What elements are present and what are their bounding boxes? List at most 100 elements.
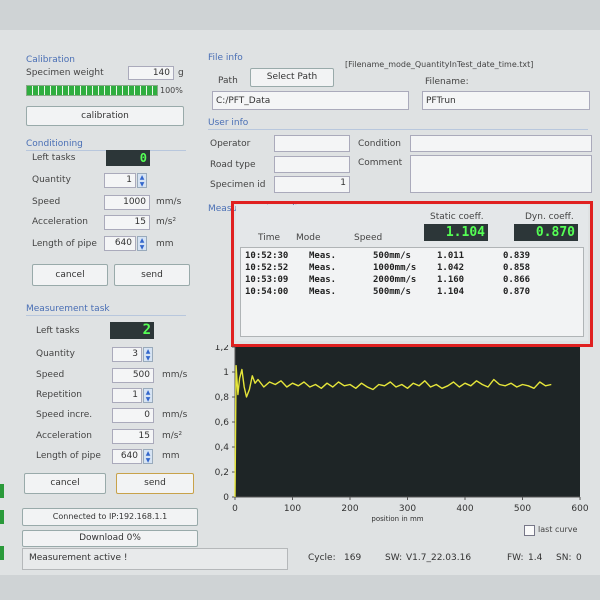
- operator-field[interactable]: [274, 135, 350, 152]
- calibration-button[interactable]: calibration: [26, 106, 184, 126]
- meas-repetition-spinner[interactable]: ▲ ▼: [143, 388, 153, 403]
- specimen-id-label: Specimen id: [210, 180, 266, 190]
- cond-send-button[interactable]: send: [114, 264, 190, 286]
- meas-speed-incr-label: Speed incre.: [36, 410, 93, 420]
- fw-label: FW:: [507, 553, 524, 563]
- condition-label: Condition: [358, 139, 401, 149]
- x-tick-label: 0: [232, 504, 238, 514]
- meas-repetition-field[interactable]: 1: [112, 388, 142, 403]
- meas-quantity-spinner[interactable]: ▲ ▼: [143, 347, 153, 362]
- comment-label: Comment: [358, 158, 403, 168]
- cycle-label: Cycle:: [308, 553, 336, 563]
- sw-label: SW:: [385, 553, 403, 563]
- cond-speed-field[interactable]: 1000: [104, 195, 150, 210]
- meas-accel-unit: m/s²: [162, 431, 183, 441]
- x-tick-label: 400: [456, 504, 473, 514]
- specimen-weight-unit: g: [178, 68, 184, 78]
- plot-area: [235, 347, 580, 497]
- x-tick-label: 300: [399, 504, 416, 514]
- calibration-progress-text: 100%: [160, 86, 183, 95]
- select-path-button[interactable]: Select Path: [250, 68, 334, 87]
- cond-cancel-button[interactable]: cancel: [32, 264, 108, 286]
- edge-indicator-bottom: [0, 546, 4, 560]
- meas-accel-field[interactable]: 15: [112, 429, 154, 444]
- meas-speed-field[interactable]: 500: [112, 368, 154, 383]
- x-tick-label: 100: [284, 504, 301, 514]
- download-progress-button[interactable]: Download 0%: [22, 530, 198, 547]
- file-info-section-title: File info: [208, 53, 243, 63]
- meas-quantity-field[interactable]: 3: [112, 347, 142, 362]
- meas-pipe-unit: mm: [162, 451, 180, 461]
- cond-accel-field[interactable]: 15: [104, 215, 150, 230]
- user-info-section-title: User info: [208, 118, 249, 128]
- x-tick-label: 500: [514, 504, 531, 514]
- x-tick-label: 200: [341, 504, 358, 514]
- meas-speed-unit: mm/s: [162, 370, 188, 380]
- calibration-section-title: Calibration: [26, 55, 75, 65]
- meas-quantity-label: Quantity: [36, 349, 75, 359]
- cond-accel-label: Acceleration: [32, 217, 88, 227]
- fw-value: 1.4: [528, 553, 543, 563]
- y-tick-label: 0,4: [215, 443, 230, 453]
- meas-send-button[interactable]: send: [116, 473, 194, 494]
- cycle-value: 169: [344, 553, 362, 563]
- connection-status-button[interactable]: Connected to IP:192.168.1.1: [22, 508, 198, 526]
- y-tick-label: 1: [223, 368, 229, 378]
- cond-pipe-spinner[interactable]: ▲ ▼: [137, 236, 147, 251]
- conditioning-section-title: Conditioning: [26, 139, 83, 149]
- calibration-progress-bar: [26, 85, 158, 96]
- cond-pipe-field[interactable]: 640: [104, 236, 136, 251]
- sw-value: V1.7_22.03.16: [406, 553, 472, 563]
- last-curve-checkbox[interactable]: [524, 525, 535, 536]
- meas-accel-label: Acceleration: [36, 431, 92, 441]
- filename-format-hint: [Filename_mode_QuantityInTest_date_time.…: [345, 60, 534, 69]
- y-tick-label: 0,2: [215, 468, 229, 478]
- meas-speed-incr-field[interactable]: 0: [112, 408, 154, 423]
- filename-field[interactable]: PFTrun: [422, 91, 590, 110]
- specimen-weight-label: Specimen weight: [26, 68, 104, 78]
- specimen-id-field[interactable]: 1: [274, 176, 350, 193]
- road-type-field[interactable]: [274, 156, 350, 173]
- edge-indicator-mid: [0, 510, 4, 524]
- cond-quantity-label: Quantity: [32, 175, 71, 185]
- status-message: Measurement active !: [22, 548, 288, 570]
- cond-speed-label: Speed: [32, 197, 61, 207]
- friction-chart: 0 0,2 0,4 0,6 0,8 1 1,2 0 100 200 300 400 500 600 posi…: [215, 345, 589, 523]
- road-type-label: Road type: [210, 160, 256, 170]
- meas-cancel-button[interactable]: cancel: [24, 473, 106, 494]
- meas-left-tasks-label: Left tasks: [36, 326, 80, 336]
- cond-accel-unit: m/s²: [156, 217, 177, 227]
- operator-label: Operator: [210, 139, 251, 149]
- highlight-annotation-box: [231, 201, 593, 347]
- y-tick-label: 0,6: [215, 418, 230, 428]
- path-field[interactable]: C:/PFT_Data: [212, 91, 409, 110]
- filename-label: Filename:: [425, 77, 469, 87]
- x-tick-label: 600: [571, 504, 588, 514]
- cond-left-tasks-label: Left tasks: [32, 153, 76, 163]
- specimen-weight-field[interactable]: 140: [128, 66, 174, 80]
- y-tick-label: 0: [223, 493, 229, 503]
- y-tick-label: 1,2: [215, 345, 229, 353]
- cond-pipe-unit: mm: [156, 239, 174, 249]
- sn-value: 0: [576, 553, 582, 563]
- meas-pipe-spinner[interactable]: ▲ ▼: [143, 449, 153, 464]
- comment-field[interactable]: [410, 155, 592, 193]
- cond-quantity-spinner[interactable]: ▲ ▼: [137, 173, 147, 188]
- cond-left-tasks-display: 0: [106, 150, 150, 166]
- cond-quantity-field[interactable]: 1: [104, 173, 136, 188]
- condition-field[interactable]: [410, 135, 592, 152]
- meas-left-tasks-display: 2: [110, 322, 154, 339]
- cond-speed-unit: mm/s: [156, 197, 182, 207]
- meas-pipe-field[interactable]: 640: [112, 449, 142, 464]
- calibration-progress-fill: [27, 86, 157, 95]
- edge-indicator-top: [0, 484, 4, 498]
- sn-label: SN:: [556, 553, 572, 563]
- meas-speed-incr-unit: mm/s: [162, 410, 188, 420]
- x-axis-title: position in mm: [371, 515, 423, 523]
- y-tick-label: 0,8: [215, 393, 230, 403]
- meas-repetition-label: Repetition: [36, 390, 82, 400]
- measurement-divider: [26, 315, 186, 316]
- path-label: Path: [218, 76, 238, 86]
- cond-pipe-label: Length of pipe: [32, 239, 97, 249]
- measurement-section-title: Measurement task: [26, 304, 110, 314]
